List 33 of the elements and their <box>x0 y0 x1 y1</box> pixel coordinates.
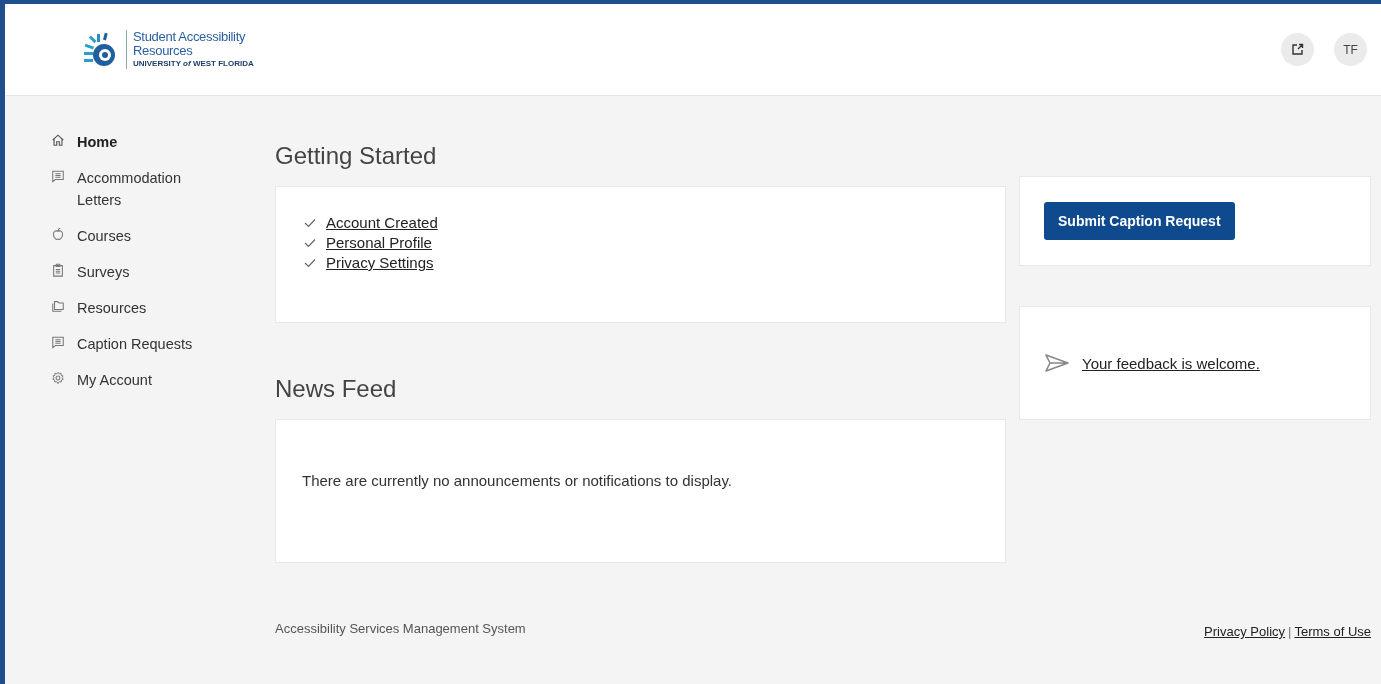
sidebar-item[interactable]: Surveys <box>77 261 130 283</box>
sidebar-item[interactable]: Accommodation Letters <box>77 167 207 211</box>
external-link-icon <box>1291 43 1304 56</box>
checklist-link[interactable]: Account Created <box>326 214 438 231</box>
empty-message: There are currently no announcements or notifications to display. <box>302 472 732 489</box>
footer-link[interactable]: Terms of Use <box>1294 624 1371 639</box>
folders-icon <box>51 299 65 313</box>
sidebar-item[interactable]: Home <box>77 131 118 153</box>
section-title: News Feed <box>275 375 398 403</box>
sidebar-item[interactable]: Resources <box>77 297 147 319</box>
link-separator: | <box>1288 624 1292 639</box>
section-title: Getting Started <box>275 142 438 170</box>
message-list-icon <box>51 335 65 349</box>
send-icon <box>1044 353 1070 373</box>
settings-icon <box>51 371 65 385</box>
apple-icon <box>51 227 65 241</box>
sidebar-item[interactable]: My Account <box>77 369 152 391</box>
message-list-icon <box>51 169 65 183</box>
logo-title: Student Accessibility <box>133 30 247 44</box>
sidebar-item[interactable]: Courses <box>77 225 131 247</box>
open-external-button[interactable] <box>1281 33 1314 66</box>
checklist-link[interactable]: Privacy Settings <box>326 254 434 271</box>
footer-link[interactable]: Privacy Policy <box>1204 624 1286 639</box>
feedback-link[interactable]: Your feedback is welcome. <box>1082 354 1260 372</box>
logo-institution: UNIVERSITY of WEST FLORIDA <box>133 60 254 69</box>
sidebar-item[interactable]: Caption Requests <box>77 333 193 355</box>
user-avatar[interactable]: TF <box>1334 33 1367 66</box>
checklist-link[interactable]: Personal Profile <box>326 234 432 251</box>
home-icon <box>51 133 65 147</box>
footer-text: Accessibility Services Management System <box>275 621 527 636</box>
logo-subtitle: Resources <box>133 43 193 58</box>
clipboard-icon <box>51 263 65 277</box>
submit-caption-request-button[interactable]: Submit Caption Request <box>1044 202 1235 240</box>
